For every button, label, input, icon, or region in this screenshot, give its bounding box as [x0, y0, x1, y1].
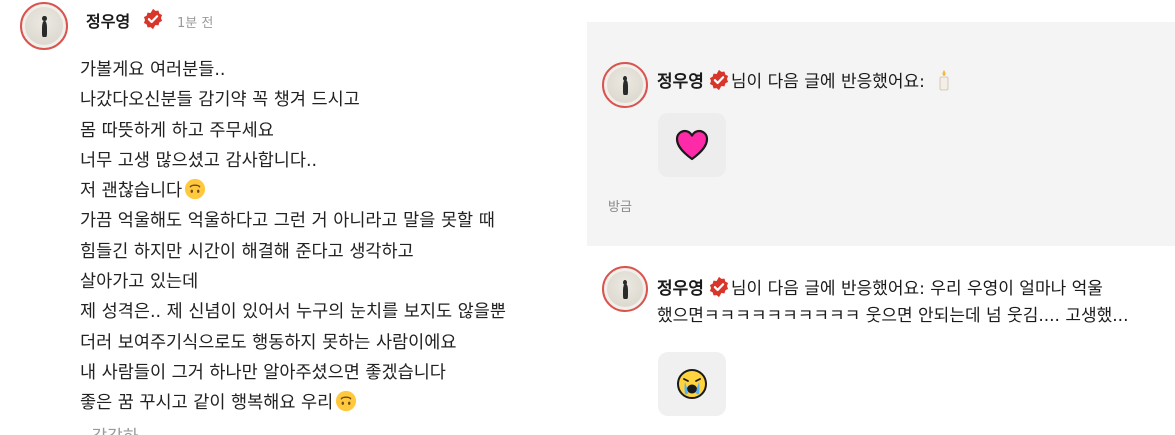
post-line-text: 저 괜찮습니다 — [80, 181, 183, 202]
upside-down-face-icon — [185, 179, 206, 200]
notification-message-line2: 했으면ㅋㅋㅋㅋㅋㅋㅋㅋㅋㅋ 웃으면 안되는데 넘 웃김.... 고생했... — [657, 306, 1129, 326]
notification-text: 정우영 님이 다음 글에 반응했어요: — [657, 69, 952, 96]
post-line: 가볼게요 여러분들.. — [80, 60, 226, 80]
verified-badge-icon — [143, 8, 163, 30]
notification-message: 님이 다음 글에 반응했어요: — [730, 72, 925, 92]
notification-text-line: 정우영 님이 다음 글에 반응했어요: 우리 우영이 얼마나 억울 — [657, 276, 1129, 303]
post-line: 살아가고 있는데 — [80, 272, 199, 293]
post-cut-off-line: - 감감하 — [80, 422, 138, 435]
post-line: 제 성격은.. 제 신념이 있어서 누구의 눈치를 보지도 않을뿐 — [80, 302, 506, 323]
reaction-box — [658, 352, 726, 416]
notification-author[interactable]: 정우영 — [657, 72, 704, 92]
crying-face-icon — [677, 369, 707, 399]
post-line: 나갔다오신분들 감기약 꼭 챙겨 드시고 — [80, 90, 360, 111]
upside-down-face-icon — [336, 391, 357, 412]
post-line: 힘들긴 하지만 시간이 해결해 준다고 생각하고 — [80, 241, 414, 262]
post-line-text: 좋은 꿈 꾸시고 같이 행복해요 우리 — [80, 393, 334, 414]
notification-avatar[interactable] — [602, 266, 648, 312]
heart-icon — [675, 129, 709, 161]
notification-author[interactable]: 정우영 — [657, 279, 704, 299]
post-timestamp: 1분 전 — [177, 16, 214, 31]
notification-message: 님이 다음 글에 반응했어요: 우리 우영이 얼마나 억울 — [730, 279, 1103, 299]
post-line: 내 사람들이 그거 하나만 알아주셨으면 좋겠습니다 — [80, 362, 446, 383]
verified-badge-icon — [709, 276, 728, 298]
post-line: 가끔 억울해도 억울하다고 그런 거 아니라고 말을 못할 때 — [80, 211, 495, 232]
post-author-avatar[interactable] — [20, 2, 68, 50]
notification-timestamp: 방금 — [608, 200, 632, 215]
verified-badge-icon — [709, 69, 728, 91]
post-line: 더러 보여주기식으로도 행동하지 못하는 사람이에요 — [80, 332, 457, 353]
reaction-box — [658, 113, 726, 177]
post-line-with-emoji: 저 괜찮습니다 — [80, 176, 580, 206]
notification-text: 정우영 님이 다음 글에 반응했어요: 우리 우영이 얼마나 억울 했으면ㅋㅋㅋㅋ… — [657, 276, 1129, 330]
notification-avatar[interactable] — [602, 62, 648, 108]
candle-icon — [939, 70, 949, 91]
post-line: 너무 고생 많으셨고 감사합니다.. — [80, 150, 318, 171]
post-body: 가볼게요 여러분들.. 나갔다오신분들 감기약 꼭 챙겨 드시고 몸 따뜻하게 … — [80, 55, 580, 419]
post-line-with-emoji: 좋은 꿈 꾸시고 같이 행복해요 우리 — [80, 388, 580, 418]
post-author-name[interactable]: 정우영 — [86, 8, 130, 32]
post-line: 몸 따뜻하게 하고 주무세요 — [80, 120, 274, 141]
